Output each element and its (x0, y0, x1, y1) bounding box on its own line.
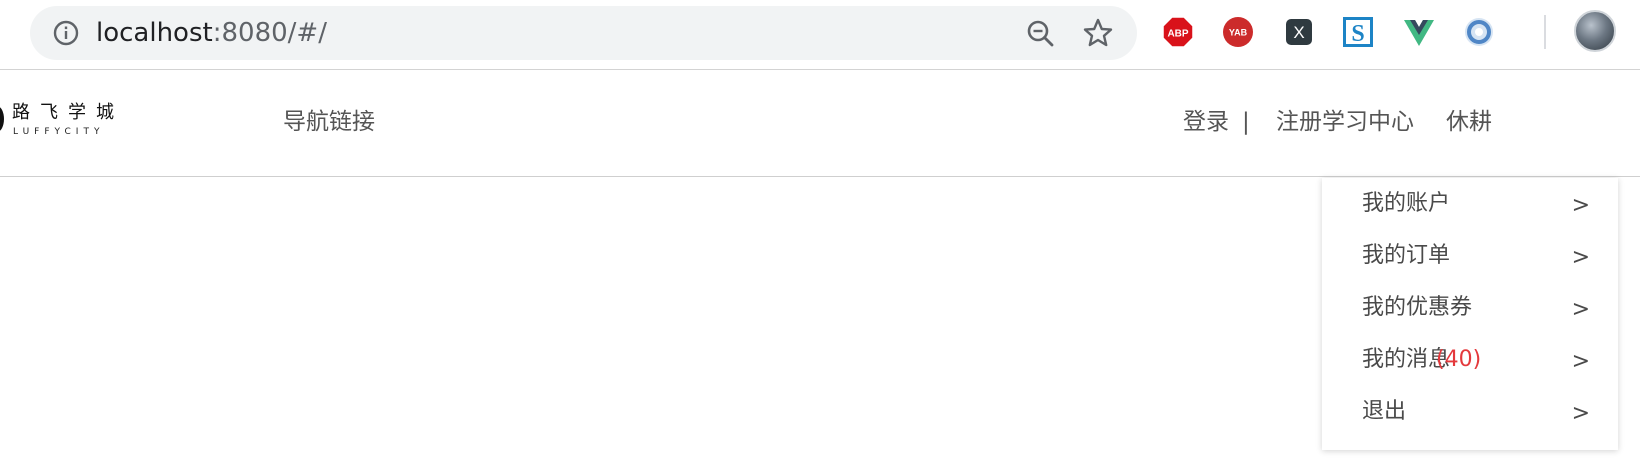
s-extension-icon[interactable]: S (1342, 16, 1374, 48)
bookmark-star-icon[interactable] (1082, 17, 1114, 49)
browser-toolbar: localhost:8080/#/ ABP YAB X S (0, 0, 1640, 70)
logo-text-en: LUFFYCITY (13, 127, 105, 137)
menu-item-label: 我的订单 (1362, 243, 1451, 268)
user-dropdown-menu: 我的账户 > 我的订单 > 我的优惠券 > 我的消息(40) > 退出 > (1322, 178, 1618, 450)
chevron-right-icon: > (1571, 401, 1590, 426)
url-host: localhost (96, 18, 213, 48)
menu-item-account[interactable]: 我的账户 > (1322, 178, 1618, 230)
register-link[interactable]: 注册学习中心 (1276, 107, 1414, 137)
url-path: :8080/#/ (212, 18, 327, 48)
adblock-plus-icon[interactable]: ABP (1162, 16, 1194, 48)
toolbar-divider (1544, 15, 1546, 49)
zoom-out-icon[interactable] (1025, 18, 1057, 50)
x-extension-icon[interactable]: X (1283, 16, 1315, 48)
address-bar[interactable]: localhost:8080/#/ (30, 6, 1137, 60)
menu-item-logout[interactable]: 退出 > (1322, 386, 1618, 438)
chevron-right-icon: > (1571, 297, 1590, 322)
menu-item-label: 我的优惠券 (1362, 295, 1473, 320)
username-link[interactable]: 休耕 (1446, 107, 1492, 137)
chevron-right-icon: > (1571, 245, 1590, 270)
url-text[interactable]: localhost:8080/#/ (96, 17, 327, 49)
s-label: S (1351, 21, 1364, 47)
info-icon[interactable] (52, 19, 80, 47)
menu-item-orders[interactable]: 我的订单 > (1322, 230, 1618, 282)
nav-link[interactable]: 导航链接 (283, 107, 375, 137)
x-label: X (1293, 23, 1304, 42)
circle-extension-icon[interactable] (1463, 16, 1495, 48)
menu-item-label: 退出 (1362, 399, 1407, 424)
message-count-badge: (40) (1436, 347, 1482, 372)
vue-devtools-icon[interactable] (1403, 16, 1435, 48)
logo-mark (0, 106, 4, 132)
chevron-right-icon: > (1571, 349, 1590, 374)
menu-item-coupons[interactable]: 我的优惠券 > (1322, 282, 1618, 334)
chevron-right-icon: > (1571, 193, 1590, 218)
logo-text-cn: 路飞学城 (12, 102, 124, 123)
menu-item-messages[interactable]: 我的消息(40) > (1322, 334, 1618, 386)
yab-icon[interactable]: YAB (1222, 16, 1254, 48)
site-header: 路飞学城 LUFFYCITY 导航链接 登录 | 注册学习中心 休耕 (0, 70, 1640, 177)
abp-label: ABP (1167, 29, 1188, 40)
login-link[interactable]: 登录 (1183, 107, 1229, 137)
profile-avatar[interactable] (1574, 10, 1616, 52)
menu-item-label: 我的消息(40) (1362, 345, 1481, 375)
header-separator: | (1242, 109, 1250, 135)
yab-label: YAB (1229, 28, 1248, 38)
menu-item-label: 我的账户 (1362, 191, 1451, 216)
